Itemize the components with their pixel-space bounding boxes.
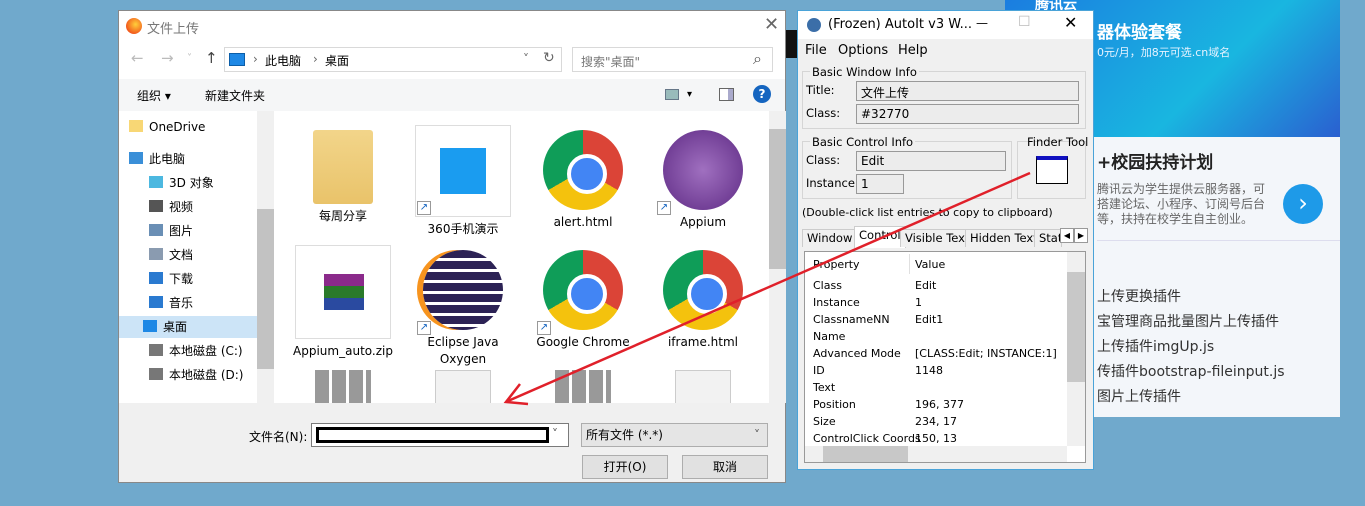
annotation-arrow: [503, 171, 1031, 406]
arrow-line: [507, 171, 1031, 403]
